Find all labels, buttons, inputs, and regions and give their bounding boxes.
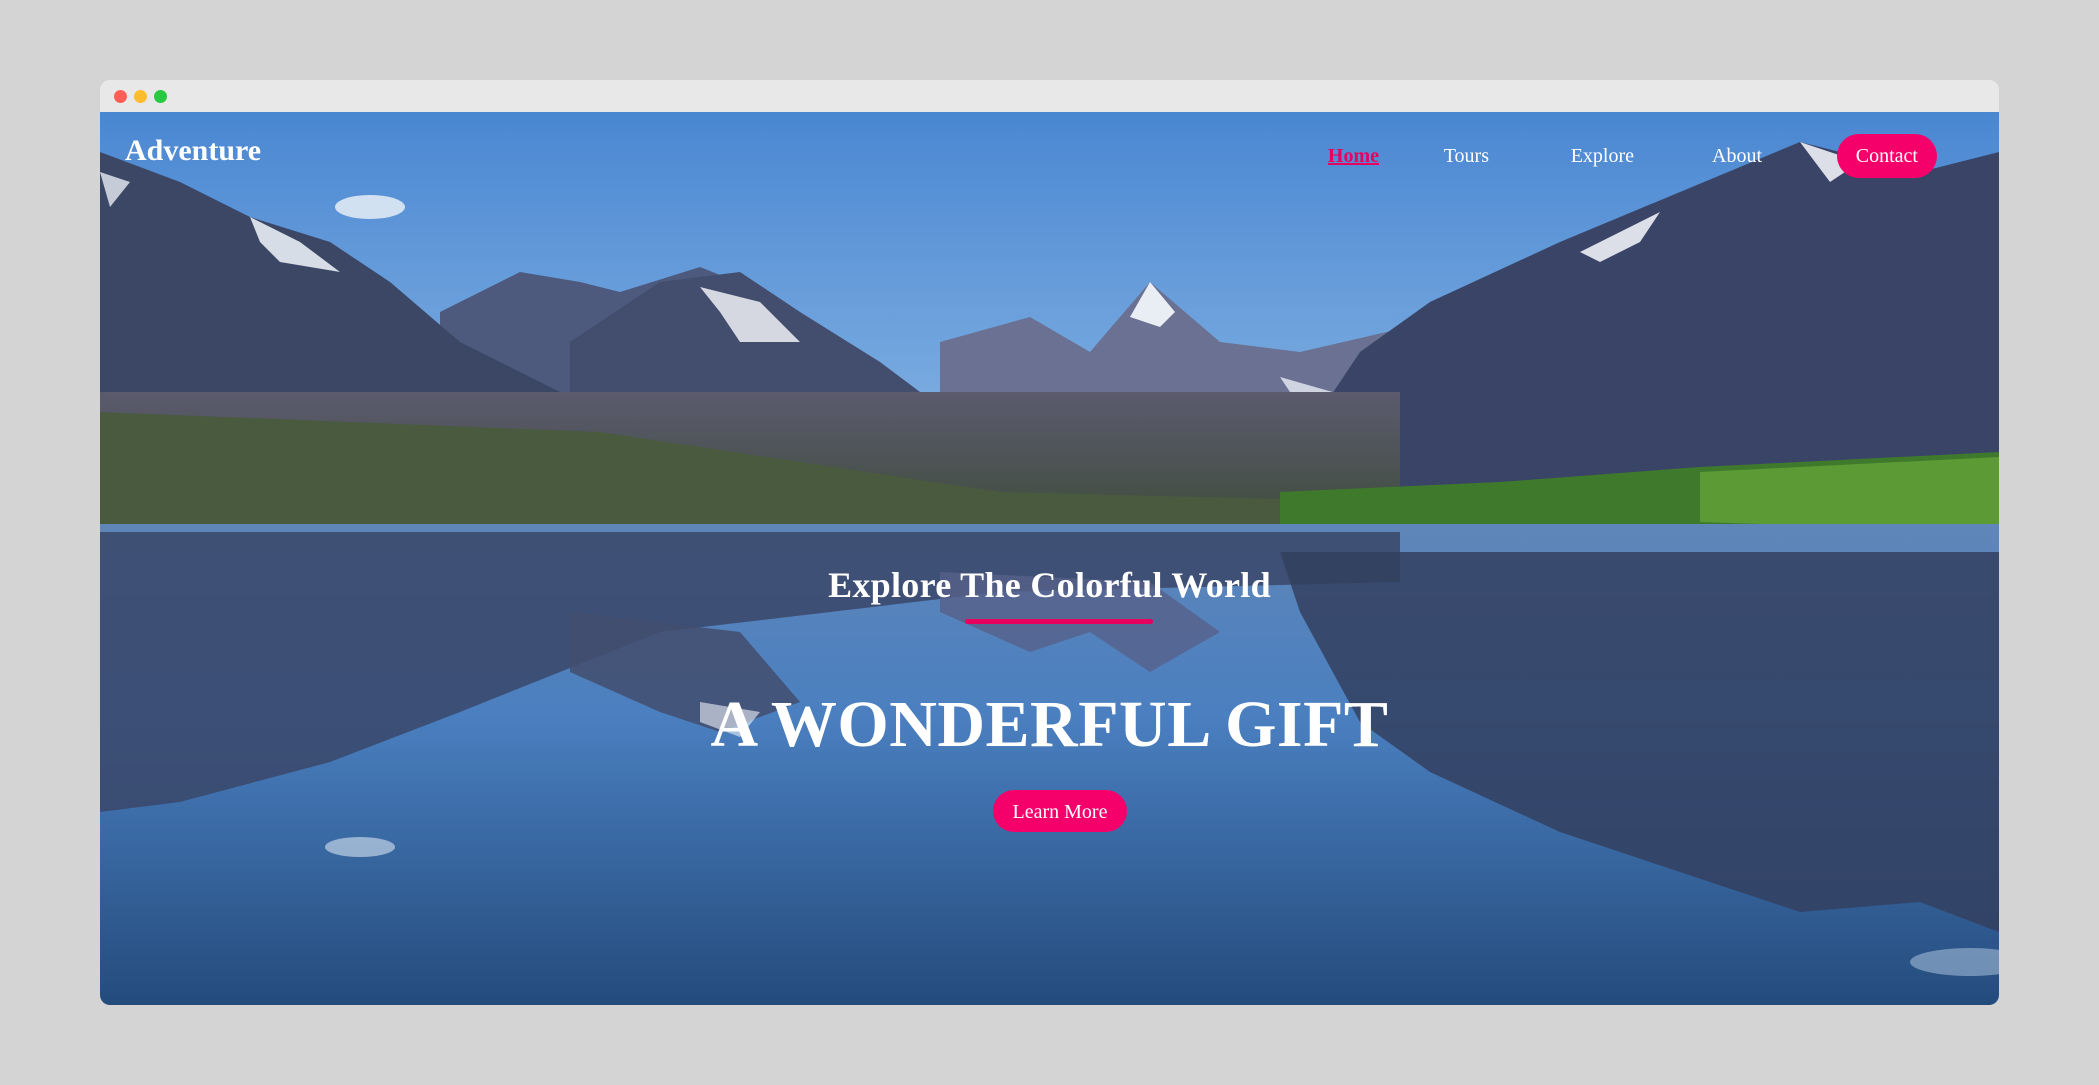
- nav-link-home[interactable]: Home: [1328, 134, 1379, 178]
- window-titlebar: [100, 80, 1999, 112]
- hero-headline: A WONDERFUL GIFT: [710, 688, 1389, 761]
- hero-section: Adventure Home Tours Explore About Conta…: [100, 112, 1999, 1005]
- maximize-dot-icon[interactable]: [154, 90, 167, 103]
- close-dot-icon[interactable]: [114, 90, 127, 103]
- nav-link-explore[interactable]: Explore: [1571, 134, 1634, 178]
- brand-logo[interactable]: Adventure: [125, 134, 261, 168]
- minimize-dot-icon[interactable]: [134, 90, 147, 103]
- mountain-lake-background: [100, 112, 1999, 1005]
- nav-link-about[interactable]: About: [1712, 134, 1762, 178]
- hero-subtitle: Explore The Colorful World: [828, 565, 1271, 605]
- learn-more-button[interactable]: Learn More: [993, 790, 1127, 832]
- browser-window: Adventure Home Tours Explore About Conta…: [100, 80, 1999, 1005]
- contact-button[interactable]: Contact: [1836, 134, 1937, 178]
- subtitle-underline: [965, 619, 1153, 624]
- nav-link-tours[interactable]: Tours: [1444, 134, 1489, 178]
